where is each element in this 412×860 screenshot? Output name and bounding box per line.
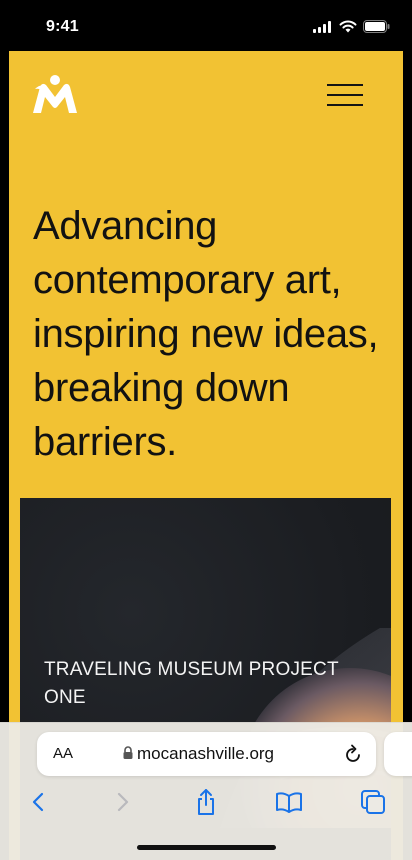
bookmarks-icon[interactable] [273,787,305,817]
text-size-button[interactable]: AA [53,745,73,762]
phone-screen: 9:41 Advancing contemporary art, inspiri… [0,0,412,860]
status-bar: 9:41 [0,0,412,50]
address-bar[interactable]: AA mocanashville.org [37,732,376,776]
text-size-label: AA [53,745,74,762]
wifi-icon [339,20,357,33]
menu-line [327,94,363,96]
back-icon[interactable] [22,787,54,817]
battery-icon [363,20,390,33]
browser-bottom-bar: AA mocanashville.org [0,722,412,860]
reload-icon[interactable] [344,744,362,764]
hamburger-menu-icon[interactable] [327,84,367,110]
share-icon[interactable] [190,787,222,817]
tabs-icon[interactable] [357,787,389,817]
hero-headline: Advancing contemporary art, inspiring ne… [33,204,379,464]
home-indicator[interactable] [137,845,276,850]
moca-logo[interactable] [31,73,79,117]
url-text: mocanashville.org [137,744,275,763]
forward-icon[interactable] [107,787,139,817]
signal-icon [313,20,331,33]
feature-title: TRAVELING MUSEUM PROJECT ONE [44,659,339,708]
status-time: 9:41 [46,18,79,35]
next-tab-preview[interactable] [384,732,412,776]
status-icons [313,20,390,33]
menu-line [327,84,363,86]
menu-line [327,104,363,106]
lock-icon [123,746,133,759]
